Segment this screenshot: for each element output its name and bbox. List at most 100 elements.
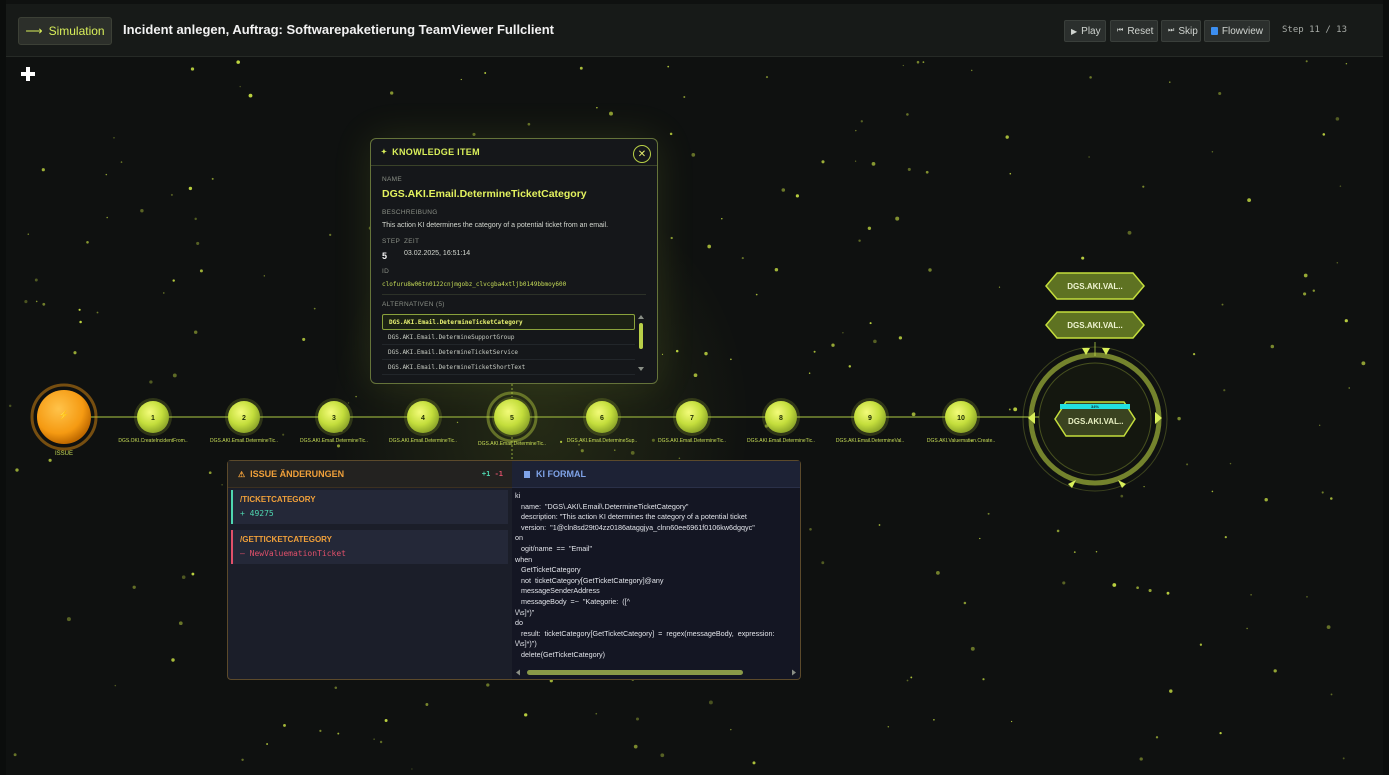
alternative-item[interactable]: DGS.AKI.Email.DetermineTicketService — [382, 345, 635, 360]
particle — [871, 162, 876, 166]
particle — [527, 122, 531, 126]
particle — [902, 64, 904, 67]
flow-node-9[interactable]: 9 — [851, 398, 889, 436]
particle — [42, 302, 46, 306]
flow-node-2[interactable]: 2 — [225, 398, 263, 436]
particle — [821, 160, 825, 164]
particle — [1192, 352, 1196, 356]
particle — [842, 332, 844, 334]
particle — [105, 173, 108, 176]
particle — [1008, 408, 1011, 411]
particle — [86, 241, 89, 244]
particle — [1219, 731, 1222, 735]
alternatives-scrollbar[interactable] — [638, 314, 644, 372]
particle — [248, 93, 253, 98]
particle — [808, 372, 811, 374]
added-marker — [231, 490, 233, 524]
particle — [1009, 172, 1012, 175]
particle — [831, 343, 835, 347]
particle — [928, 268, 932, 272]
code-horizontal-scrollbar[interactable] — [515, 669, 797, 676]
code-line: delete(GetTicketCategory) — [515, 649, 606, 659]
particle — [196, 241, 200, 245]
flow-node-7[interactable]: 7 — [673, 398, 711, 436]
code-line: do — [515, 618, 523, 628]
simulation-button[interactable]: ⟶ Simulation — [18, 17, 112, 45]
arrow-right-icon: ⟶ — [25, 24, 43, 38]
plus-icon[interactable] — [20, 66, 36, 82]
particle — [1010, 720, 1013, 723]
particle — [869, 322, 872, 325]
particle — [916, 60, 920, 64]
close-icon[interactable]: ✕ — [633, 145, 651, 163]
particle — [120, 161, 123, 163]
reset-button[interactable]: ⏮ Reset — [1110, 20, 1158, 42]
skip-button[interactable]: ⏭ Skip — [1161, 20, 1201, 42]
particle — [1246, 627, 1248, 630]
issue-label: ISSUE — [54, 451, 74, 457]
particle — [1005, 135, 1009, 139]
particle — [1186, 463, 1189, 466]
particle — [1270, 344, 1275, 349]
upcoming-node-2-label: DGS.AKI.VAL.. — [1067, 320, 1123, 330]
flow-node-6[interactable]: 6 — [583, 398, 621, 436]
ki-formal-panel: KI FORMAL ki name: "DGS\.AKI\.Email\.Det… — [512, 460, 801, 680]
particle — [73, 351, 77, 355]
particle — [460, 78, 462, 81]
particle — [1322, 133, 1326, 136]
particle — [79, 320, 82, 324]
flow-node-4[interactable]: 4 — [404, 398, 442, 436]
particle — [595, 712, 598, 715]
flow-node-number: 8 — [779, 415, 783, 422]
particle — [1142, 185, 1145, 188]
flowview-button[interactable]: Flowview — [1204, 20, 1270, 42]
flow-node-8[interactable]: 8 — [762, 398, 800, 436]
particle — [194, 217, 197, 221]
particle — [752, 761, 756, 765]
flow-node-1[interactable]: 1 — [134, 398, 172, 436]
particle — [1223, 389, 1226, 392]
particle — [906, 113, 909, 116]
change-path: /TICKETCATEGORY — [240, 495, 316, 504]
flowview-label: Flowview — [1221, 25, 1263, 37]
particle — [1120, 494, 1124, 498]
particle — [1306, 596, 1308, 598]
particle — [660, 753, 665, 758]
step-label: STEP — [382, 238, 401, 245]
particle — [596, 106, 598, 109]
knowledge-item-id: clofuru8w06tn0122cnjmgobz_clvcgba4xtljb0… — [382, 281, 567, 288]
particle — [373, 738, 375, 740]
particle — [635, 717, 640, 721]
particle — [263, 275, 265, 277]
code-line: name: "DGS\.AKI\.Email\.DetermineTicketC… — [515, 501, 689, 511]
alternative-item[interactable]: DGS.AKI.Email.DetermineTicketCategory — [382, 314, 635, 330]
particle — [1344, 319, 1348, 323]
flow-node-label: DGS.AKI.Email.DetermineTic.. — [389, 438, 457, 444]
particle — [24, 300, 28, 304]
particle — [925, 170, 929, 174]
alternative-item[interactable]: DGS.AKI.Email.DetermineTicketShortText — [382, 360, 635, 375]
particle — [140, 208, 144, 213]
step-counter: Step 11 / 13 — [1282, 25, 1348, 35]
ki-formal-code[interactable]: ki name: "DGS\.AKI\.Email\.DetermineTick… — [515, 491, 797, 667]
particle — [873, 339, 877, 344]
upcoming-node-1-label: DGS.AKI.VAL.. — [1067, 281, 1123, 291]
particle — [691, 153, 696, 157]
particle — [936, 571, 940, 575]
alternative-item[interactable]: DGS.AKI.Email.DetermineSupportGroup — [382, 330, 635, 345]
flow-node-5[interactable]: 5 — [486, 391, 538, 443]
particle — [211, 177, 214, 180]
particle — [41, 168, 45, 172]
flow-node-3[interactable]: 3 — [315, 398, 353, 436]
particle — [848, 365, 852, 368]
simulation-button-label: Simulation — [48, 24, 105, 38]
flow-node-10[interactable]: 10 — [942, 398, 980, 436]
play-button[interactable]: ▶ Play — [1064, 20, 1106, 42]
alternatives-label: ALTERNATIVEN (5) — [382, 301, 445, 308]
particle — [239, 85, 241, 88]
particle — [1139, 757, 1143, 761]
rewind-icon: ⏮ — [1117, 27, 1124, 34]
particle — [1089, 76, 1092, 79]
particle — [1303, 273, 1308, 278]
particle — [855, 129, 857, 132]
